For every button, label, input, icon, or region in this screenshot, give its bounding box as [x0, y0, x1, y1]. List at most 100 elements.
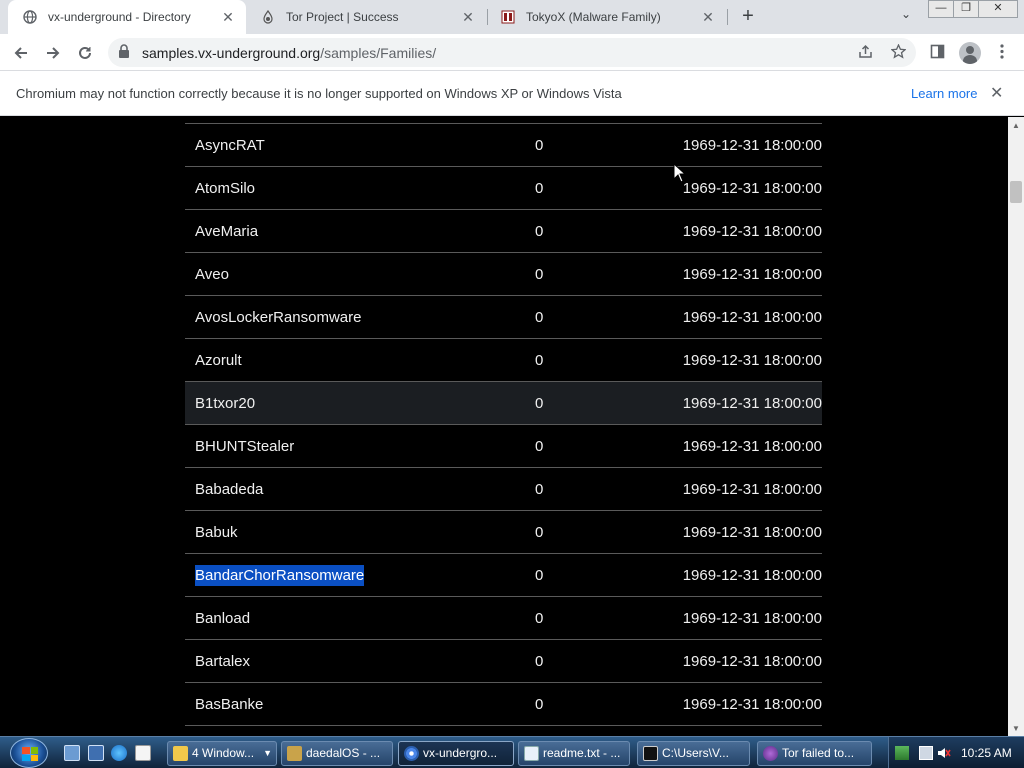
- profile-avatar[interactable]: [959, 42, 981, 64]
- table-row: B1txor20 0 1969-12-31 18:00:00: [185, 381, 822, 424]
- share-icon[interactable]: [855, 44, 875, 64]
- table-row: AveMaria 0 1969-12-31 18:00:00: [185, 209, 822, 252]
- restore-button[interactable]: ❐: [953, 0, 979, 18]
- bookmark-star-icon[interactable]: [888, 43, 908, 64]
- lock-icon[interactable]: [118, 44, 134, 60]
- task-folder-windows[interactable]: 4 Window... ▼: [167, 741, 277, 766]
- item-size: 0: [535, 395, 544, 412]
- folder-name-link[interactable]: Banload: [195, 610, 250, 627]
- forward-button[interactable]: [40, 40, 66, 66]
- table-row: AvosLockerRansomware 0 1969-12-31 18:00:00: [185, 295, 822, 338]
- item-modified-date: 1969-12-31 18:00:00: [682, 567, 822, 584]
- table-row: Banload 0 1969-12-31 18:00:00: [185, 596, 822, 639]
- folder-name-link[interactable]: Babadeda: [195, 481, 263, 498]
- item-size: 0: [535, 352, 544, 369]
- table-row: Aveo 0 1969-12-31 18:00:00: [185, 252, 822, 295]
- forward-arrow-icon: [45, 45, 61, 65]
- folder-name-link[interactable]: B1txor20: [195, 395, 255, 412]
- folder-name-link[interactable]: AvosLockerRansomware: [195, 309, 361, 326]
- item-size: 0: [535, 266, 544, 283]
- network-status-icon[interactable]: [895, 746, 909, 760]
- system-tray: 10:25 AM: [888, 737, 1024, 768]
- address-bar[interactable]: samples.vx-underground.org/samples/Famil…: [108, 38, 916, 67]
- infobar-message: Chromium may not function correctly beca…: [16, 86, 622, 101]
- display-icon[interactable]: [919, 746, 933, 760]
- folder-name-link[interactable]: AveMaria: [195, 223, 258, 240]
- page-viewport: AsyncRAT 0 1969-12-31 18:00:00 AtomSilo 0 196…: [0, 117, 1008, 736]
- windows-taskbar: 4 Window... ▼ daedalOS - ... vx-undergro…: [0, 736, 1024, 768]
- close-infobar-icon[interactable]: ✕: [990, 83, 1003, 103]
- show-desktop-icon[interactable]: [64, 745, 80, 761]
- scroll-up-arrow-icon[interactable]: ▲: [1012, 121, 1020, 130]
- reload-button[interactable]: [72, 40, 98, 66]
- unsupported-os-infobar: Chromium may not function correctly beca…: [0, 71, 1024, 116]
- task-vx-underground[interactable]: vx-undergro...: [398, 741, 514, 766]
- menu-kebab-icon[interactable]: [992, 44, 1012, 64]
- item-modified-date: 1969-12-31 18:00:00: [682, 180, 822, 197]
- tab-vx-underground[interactable]: vx-underground - Directory ✕: [8, 0, 246, 34]
- item-size: 0: [535, 696, 544, 713]
- tab-tokyox[interactable]: TokyoX (Malware Family) ✕: [486, 0, 726, 34]
- task-readme[interactable]: readme.txt - ...: [518, 741, 630, 766]
- item-size: 0: [535, 610, 544, 627]
- scroll-down-arrow-icon[interactable]: ▼: [1012, 724, 1020, 733]
- notepad-quicklaunch-icon[interactable]: [135, 745, 151, 761]
- item-size: 0: [535, 481, 544, 498]
- close-tab-icon[interactable]: ✕: [460, 9, 476, 26]
- folder-icon: [173, 746, 188, 761]
- cmd-icon: [643, 746, 658, 761]
- mouse-cursor-icon: [673, 163, 687, 183]
- folder-name-link[interactable]: AsyncRAT: [195, 137, 265, 154]
- side-panel-icon[interactable]: [927, 44, 947, 64]
- task-daedalos[interactable]: daedalOS - ...: [281, 741, 393, 766]
- minimize-button[interactable]: —: [928, 0, 954, 18]
- folder-name-link[interactable]: Azorult: [195, 352, 242, 369]
- internet-explorer-icon[interactable]: [111, 745, 127, 761]
- folder-name-link[interactable]: Bartalex: [195, 653, 250, 670]
- globe-icon: [22, 9, 38, 25]
- item-modified-date: 1969-12-31 18:00:00: [682, 223, 822, 240]
- table-row: AtomSilo 0 1969-12-31 18:00:00: [185, 166, 822, 209]
- vertical-scrollbar[interactable]: ▲ ▼: [1008, 117, 1024, 736]
- learn-more-link[interactable]: Learn more: [911, 86, 977, 101]
- task-label: readme.txt - ...: [543, 746, 621, 760]
- back-button[interactable]: [8, 40, 34, 66]
- item-size: 0: [535, 309, 544, 326]
- scrollbar-thumb[interactable]: [1010, 181, 1022, 203]
- new-tab-button[interactable]: +: [736, 5, 760, 29]
- task-tor-browser[interactable]: Tor failed to...: [757, 741, 872, 766]
- folder-name-link[interactable]: AtomSilo: [195, 180, 255, 197]
- clock[interactable]: 10:25 AM: [961, 746, 1012, 760]
- item-modified-date: 1969-12-31 18:00:00: [682, 653, 822, 670]
- tab-search-button[interactable]: ⌄: [896, 7, 916, 27]
- volume-muted-icon[interactable]: [937, 746, 951, 760]
- folder-name-link[interactable]: BasBanke: [195, 696, 263, 713]
- table-row: BasBanke 0 1969-12-31 18:00:00: [185, 682, 822, 725]
- start-button[interactable]: [10, 738, 48, 768]
- tor-onion-icon: [260, 9, 276, 25]
- back-arrow-icon: [13, 45, 29, 65]
- table-row: Azorult 0 1969-12-31 18:00:00: [185, 338, 822, 381]
- browser-toolbar: samples.vx-underground.org/samples/Famil…: [0, 34, 1024, 71]
- task-cmd[interactable]: C:\Users\V...: [637, 741, 750, 766]
- item-size: 0: [535, 180, 544, 197]
- folder-name-link[interactable]: Babuk: [195, 524, 238, 541]
- table-divider: [185, 725, 822, 726]
- tab-strip: vx-underground - Directory ✕ Tor Project…: [0, 0, 1024, 34]
- windows-flag-icon: [22, 747, 38, 761]
- item-size: 0: [535, 653, 544, 670]
- task-label: vx-undergro...: [423, 746, 498, 760]
- item-modified-date: 1969-12-31 18:00:00: [682, 352, 822, 369]
- switch-windows-icon[interactable]: [88, 745, 104, 761]
- folder-name-link[interactable]: BHUNTStealer: [195, 438, 294, 455]
- folder-name-link[interactable]: BandarChorRansomware: [195, 565, 365, 586]
- close-tab-icon[interactable]: ✕: [700, 9, 716, 26]
- directory-listing: AsyncRAT 0 1969-12-31 18:00:00 AtomSilo 0 196…: [185, 123, 822, 726]
- item-size: 0: [535, 137, 544, 154]
- close-tab-icon[interactable]: ✕: [220, 9, 236, 26]
- folder-name-link[interactable]: Aveo: [195, 266, 229, 283]
- close-window-button[interactable]: ✕: [978, 0, 1018, 18]
- malpedia-icon: [500, 9, 516, 25]
- tab-tor-project[interactable]: Tor Project | Success ✕: [246, 0, 486, 34]
- tab-title: vx-underground - Directory: [48, 10, 191, 24]
